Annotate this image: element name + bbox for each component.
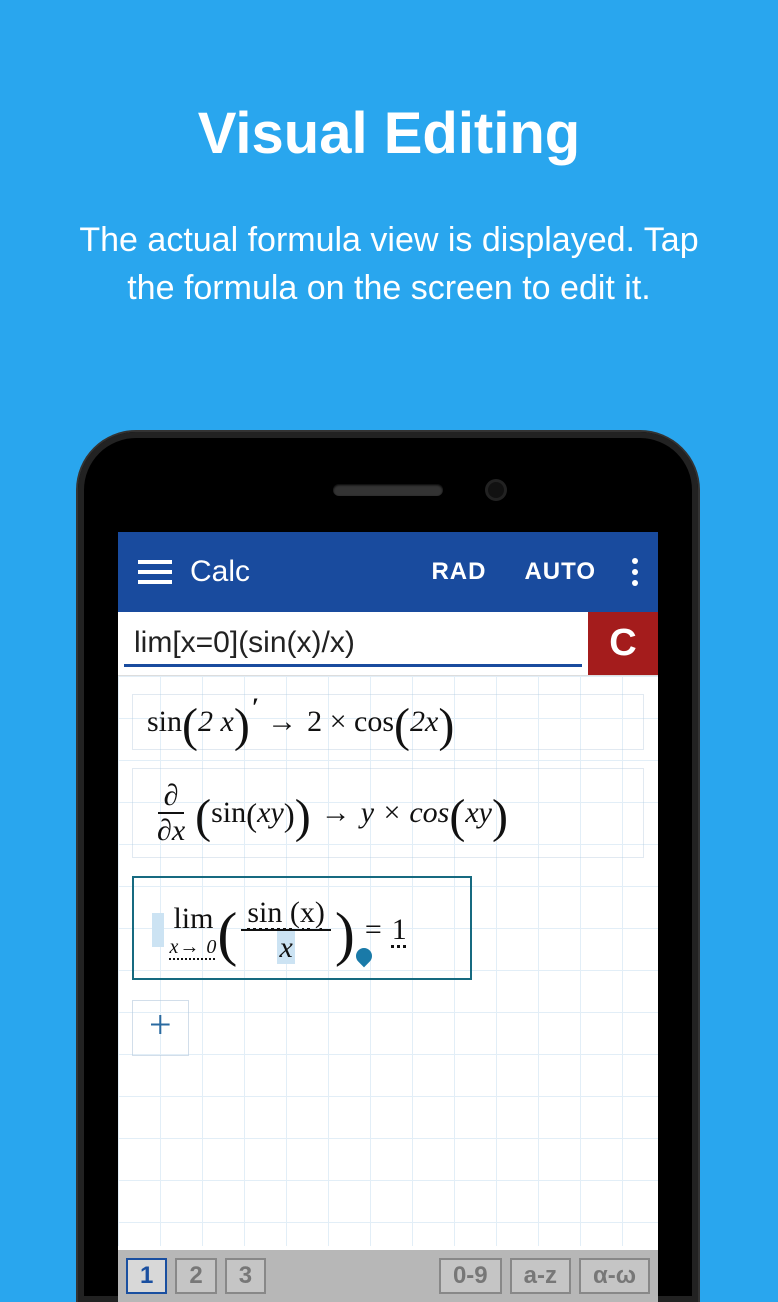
keyboard-tab-bar: 1 2 3 0-9 a-z α-ω bbox=[118, 1250, 658, 1302]
promo-subtitle: The actual formula view is displayed. Ta… bbox=[0, 167, 778, 312]
arrow-icon: → bbox=[321, 796, 351, 830]
app-title: Calc bbox=[190, 555, 250, 589]
angle-mode-button[interactable]: RAD bbox=[421, 558, 496, 586]
formula-input[interactable]: lim[x=0](sin(x)/x) bbox=[124, 616, 582, 667]
f1-sin: sin bbox=[147, 705, 182, 739]
tab-greek[interactable]: α-ω bbox=[579, 1258, 650, 1294]
tab-page-2[interactable]: 2 bbox=[175, 1258, 216, 1294]
f2-inner: xy bbox=[257, 796, 284, 830]
partial-top: ∂ bbox=[158, 779, 185, 814]
tab-page-3[interactable]: 3 bbox=[225, 1258, 266, 1294]
cursor-handle-icon[interactable] bbox=[353, 945, 376, 968]
tab-numeric[interactable]: 0-9 bbox=[439, 1258, 502, 1294]
tab-page-1[interactable]: 1 bbox=[126, 1258, 167, 1294]
promo-title: Visual Editing bbox=[0, 0, 778, 167]
clear-button[interactable]: C bbox=[588, 612, 658, 675]
add-formula-button[interactable]: + bbox=[132, 1000, 189, 1056]
phone-speaker bbox=[333, 484, 443, 496]
menu-icon[interactable] bbox=[138, 560, 172, 584]
app-bar: Calc RAD AUTO bbox=[118, 532, 658, 612]
overflow-menu-icon[interactable] bbox=[624, 558, 646, 586]
arrow-icon: → bbox=[267, 705, 297, 739]
phone-camera bbox=[488, 482, 504, 498]
lim-sub: x→ 0 bbox=[170, 936, 218, 959]
auto-mode-button[interactable]: AUTO bbox=[514, 558, 606, 586]
f1-inner: 2 x bbox=[198, 705, 234, 739]
formula-row-2[interactable]: ∂ ∂x ( sin ( xy ) ) → y × cos ( xy ) bbox=[132, 768, 644, 858]
equals: = bbox=[365, 913, 382, 947]
formula-row-3-selected[interactable]: lim x→ 0 ( sin (x) x ) = 1 bbox=[132, 876, 472, 980]
input-row: lim[x=0](sin(x)/x) C bbox=[118, 612, 658, 676]
tab-alpha[interactable]: a-z bbox=[510, 1258, 571, 1294]
formula-row-1[interactable]: sin ( 2 x )′ → 2 × cos ( 2x ) bbox=[132, 694, 644, 750]
partial-bot: ∂x bbox=[151, 814, 191, 847]
f1-rhs: 2 × cos bbox=[307, 705, 394, 739]
app-screen: Calc RAD AUTO lim[x=0](sin(x)/x) C sin (… bbox=[118, 532, 658, 1302]
f2-sin: sin bbox=[211, 796, 246, 830]
lim-result: 1 bbox=[392, 913, 407, 947]
f1-rhs-inner: 2x bbox=[410, 705, 438, 739]
f2-rhs: y × cos bbox=[361, 796, 450, 830]
lim-den: x bbox=[271, 931, 300, 964]
lim-label: lim bbox=[173, 902, 213, 936]
phone-frame: Calc RAD AUTO lim[x=0](sin(x)/x) C sin (… bbox=[78, 432, 698, 1302]
lim-num: sin (x) bbox=[241, 896, 331, 931]
f2-rhs-inner: xy bbox=[465, 796, 492, 830]
formula-workspace[interactable]: sin ( 2 x )′ → 2 × cos ( 2x ) ∂ ∂x ( sin… bbox=[118, 676, 658, 1246]
